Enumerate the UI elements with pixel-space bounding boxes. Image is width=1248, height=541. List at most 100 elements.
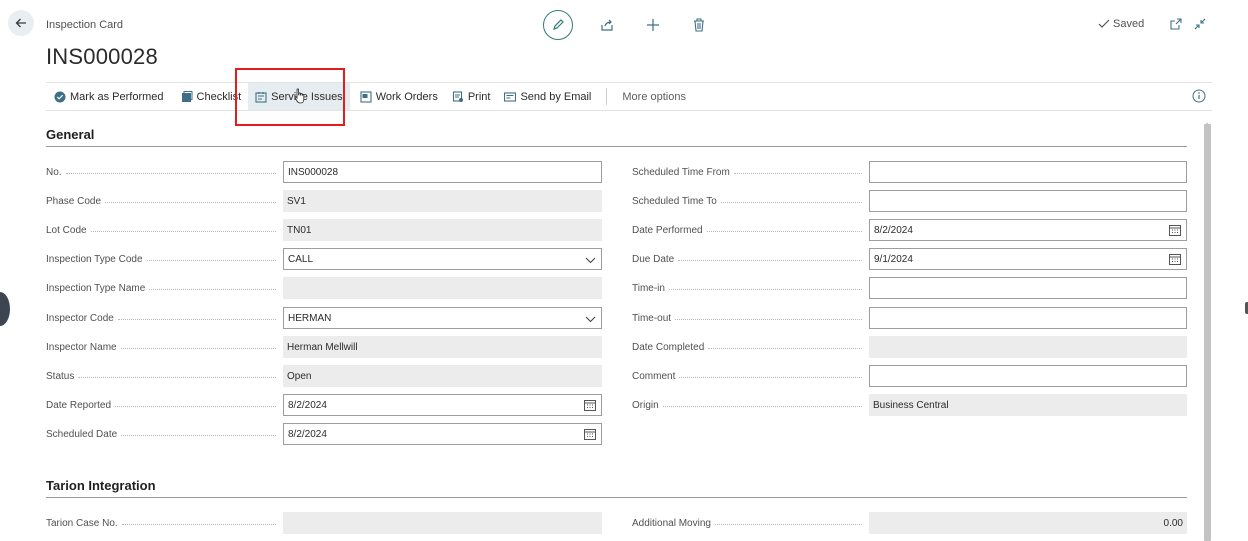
info-icon [1192, 89, 1206, 103]
info-button[interactable] [1192, 89, 1206, 108]
mouse-cursor-icon [294, 88, 306, 109]
scrollbar-thumb[interactable] [1204, 124, 1211, 541]
edit-pencil-icon [553, 19, 564, 30]
delete-button[interactable] [689, 15, 709, 35]
mark-as-performed-label: Mark as Performed [70, 90, 164, 103]
label-leader-dots [706, 231, 862, 232]
label-leader-dots [733, 173, 862, 174]
send-by-email-button[interactable]: Send by Email [497, 83, 598, 110]
field-label-text: Time-in [632, 282, 665, 294]
field-label-text: Time-out [632, 312, 672, 324]
field-label-inspection-type-name: Inspection Type Name [46, 277, 276, 299]
action-bar: Mark as Performed Checklist Service Issu… [46, 82, 1212, 111]
saved-label: Saved [1113, 18, 1145, 30]
field-value-text: INS000028 [288, 166, 339, 178]
inspection-type-name-readonly-field [283, 277, 602, 299]
saved-status: Saved [1098, 18, 1144, 30]
top-action-group [543, 9, 709, 41]
field-label-text: No. [46, 166, 62, 178]
label-leader-dots [105, 202, 276, 203]
inspection-type-code-dropdown[interactable]: CALL [283, 248, 602, 270]
work-orders-button[interactable]: Work Orders [353, 83, 445, 110]
inspector-code-dropdown[interactable]: HERMAN [283, 307, 602, 329]
back-button[interactable] [8, 10, 34, 36]
email-icon [504, 91, 517, 102]
field-value-text: 8/2/2024 [874, 224, 913, 236]
field-label-text: Phase Code [46, 195, 102, 207]
field-label-scheduled-time-from: Scheduled Time From [632, 161, 862, 183]
new-button[interactable] [643, 15, 663, 35]
field-label-date-completed: Date Completed [632, 336, 862, 358]
date-performed-date-field[interactable]: 8/2/2024 [869, 219, 1187, 241]
label-leader-dots [720, 202, 862, 203]
field-value-text: TN01 [287, 224, 312, 236]
field-label-text: Inspector Name [46, 341, 117, 353]
mark-as-performed-button[interactable]: Mark as Performed [46, 83, 171, 110]
label-leader-dots [90, 231, 276, 232]
no-field[interactable]: INS000028 [283, 161, 602, 183]
check-circle-icon [54, 91, 66, 102]
section-divider [46, 146, 1187, 147]
field-label-text: Date Reported [46, 399, 112, 411]
field-label-inspection-type-code: Inspection Type Code [46, 248, 276, 270]
label-leader-dots [714, 524, 862, 525]
calendar-icon[interactable] [584, 428, 596, 443]
scheduled-date-date-field[interactable]: 8/2/2024 [283, 423, 602, 445]
field-label-lot-code: Lot Code [46, 219, 276, 241]
field-label-text: Status [46, 370, 75, 382]
checklist-icon [181, 90, 193, 102]
chevron-down-icon[interactable] [585, 256, 596, 267]
field-value-text: 8/2/2024 [288, 428, 327, 440]
field-label-date-reported: Date Reported [46, 394, 276, 416]
field-value-text: Open [287, 370, 312, 382]
label-leader-dots [65, 173, 276, 174]
comment-field[interactable] [869, 365, 1187, 387]
label-leader-dots [121, 435, 276, 436]
field-label-date-performed: Date Performed [632, 219, 862, 241]
section-title-general: General [46, 127, 95, 142]
date-reported-date-field[interactable]: 8/2/2024 [283, 394, 602, 416]
checkmark-icon [1098, 19, 1110, 28]
due-date-date-field[interactable]: 9/1/2024 [869, 248, 1187, 270]
field-value-text: Business Central [873, 399, 949, 411]
field-label-text: Inspection Type Name [46, 282, 146, 294]
scheduled-time-from-field[interactable] [869, 161, 1187, 183]
action-separator [606, 88, 608, 105]
calendar-icon[interactable] [1169, 253, 1181, 268]
open-new-window-button[interactable] [1168, 16, 1184, 32]
back-arrow-icon [15, 18, 26, 28]
field-value-text: SV1 [287, 195, 306, 207]
field-label-tarion-case-no: Tarion Case No. [46, 512, 276, 534]
field-label-text: Date Performed [632, 224, 703, 236]
field-label-text: Origin [632, 399, 659, 411]
print-button[interactable]: Print [445, 83, 498, 110]
origin-readonly-field: Business Central [869, 394, 1187, 416]
calendar-icon[interactable] [1169, 224, 1181, 239]
calendar-icon[interactable] [584, 399, 596, 414]
edit-button[interactable] [543, 10, 573, 40]
field-value-text: 9/1/2024 [874, 253, 913, 265]
share-icon [601, 19, 613, 31]
send-by-email-label: Send by Email [520, 90, 592, 103]
field-value-text: 0.00 [1163, 517, 1183, 529]
more-options-label: More options [622, 90, 686, 103]
label-leader-dots [662, 406, 862, 407]
field-label-time-out: Time-out [632, 307, 862, 329]
time-in-field[interactable] [869, 277, 1187, 299]
field-label-origin: Origin [632, 394, 862, 416]
breadcrumb: Inspection Card [46, 19, 124, 31]
label-leader-dots [668, 289, 862, 290]
more-options-button[interactable]: More options [615, 83, 693, 110]
label-leader-dots [678, 260, 862, 261]
field-label-text: Date Completed [632, 341, 705, 353]
field-label-text: Lot Code [46, 224, 87, 236]
label-leader-dots [708, 348, 862, 349]
collapse-button[interactable] [1192, 16, 1208, 32]
chevron-down-icon[interactable] [585, 315, 596, 326]
field-label-comment: Comment [632, 365, 862, 387]
scheduled-time-to-field[interactable] [869, 190, 1187, 212]
field-label-text: Scheduled Time From [632, 166, 730, 178]
time-out-field[interactable] [869, 307, 1187, 329]
phase-code-readonly-field: SV1 [283, 190, 602, 212]
share-button[interactable] [597, 15, 617, 35]
